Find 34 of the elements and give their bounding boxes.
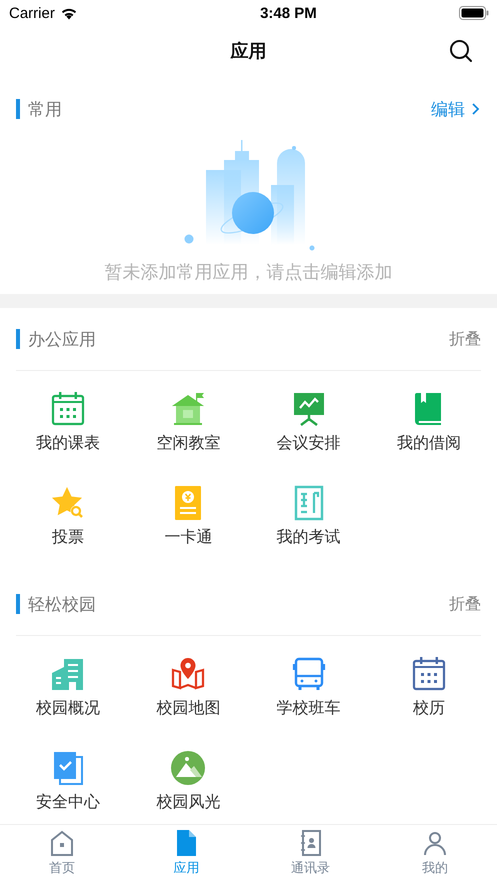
battery-icon bbox=[458, 6, 489, 20]
app-item[interactable]: 我的考试 bbox=[248, 479, 369, 573]
app-item[interactable]: 一卡通 bbox=[128, 479, 248, 573]
section-title: 轻松校园 bbox=[28, 594, 96, 616]
app-item[interactable]: 会议安排 bbox=[248, 385, 369, 479]
app-item[interactable]: 我的借阅 bbox=[368, 385, 489, 479]
app-item[interactable]: 空闲教室 bbox=[128, 385, 248, 479]
wifi-icon bbox=[60, 6, 78, 20]
chevron-right-icon bbox=[471, 102, 481, 116]
tab-item[interactable]: 通讯录 bbox=[248, 825, 373, 883]
empty-message: 暂未添加常用应用，请点击编辑添加 bbox=[104, 261, 392, 284]
app-item[interactable]: 投票 bbox=[8, 479, 128, 573]
collapse-link[interactable]: 折叠 bbox=[449, 594, 481, 614]
bus-icon bbox=[290, 656, 327, 692]
status-time: 3:48 PM bbox=[260, 4, 317, 22]
carrier-label: Carrier bbox=[9, 4, 55, 22]
house-icon bbox=[170, 391, 206, 427]
calendar-icon bbox=[410, 656, 447, 692]
app-item[interactable]: 校历 bbox=[368, 650, 489, 744]
tab-item[interactable]: 首页 bbox=[0, 825, 124, 883]
edit-link[interactable]: 编辑 bbox=[431, 98, 481, 120]
image-icon bbox=[170, 750, 206, 786]
section-title: 办公应用 bbox=[28, 328, 96, 350]
page-title: 应用 bbox=[230, 40, 266, 63]
section-title: 常用 bbox=[28, 98, 62, 120]
app-item[interactable]: 我的课表 bbox=[8, 385, 128, 479]
map-pin-icon bbox=[170, 656, 206, 692]
app-item[interactable]: 校园概况 bbox=[8, 650, 128, 744]
tab-item[interactable]: 我的 bbox=[372, 825, 497, 883]
app-item[interactable]: 校园地图 bbox=[128, 650, 248, 744]
collapse-link[interactable]: 折叠 bbox=[449, 328, 481, 350]
search-icon[interactable] bbox=[449, 39, 473, 63]
app-item[interactable]: 学校班车 bbox=[248, 650, 369, 744]
calendar-icon bbox=[50, 391, 86, 427]
